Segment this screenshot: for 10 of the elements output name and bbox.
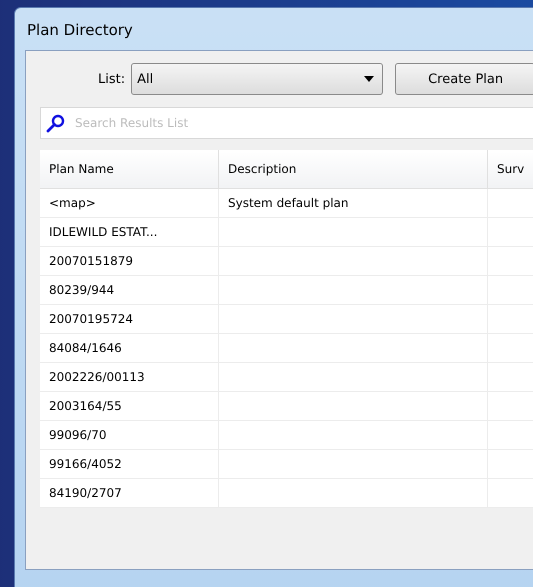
- list-dropdown[interactable]: All: [131, 63, 384, 95]
- list-label: List:: [98, 72, 126, 86]
- table-cell: 84190/2707: [40, 479, 219, 508]
- column-header[interactable]: Plan Name: [40, 150, 219, 188]
- search-field[interactable]: Search Results List: [40, 107, 533, 139]
- column-header[interactable]: Surv: [488, 150, 533, 188]
- create-plan-button[interactable]: Create Plan: [395, 63, 533, 95]
- column-header[interactable]: Description: [219, 150, 488, 188]
- caret-icon: [364, 76, 374, 82]
- window-title: Plan Directory: [26, 20, 134, 41]
